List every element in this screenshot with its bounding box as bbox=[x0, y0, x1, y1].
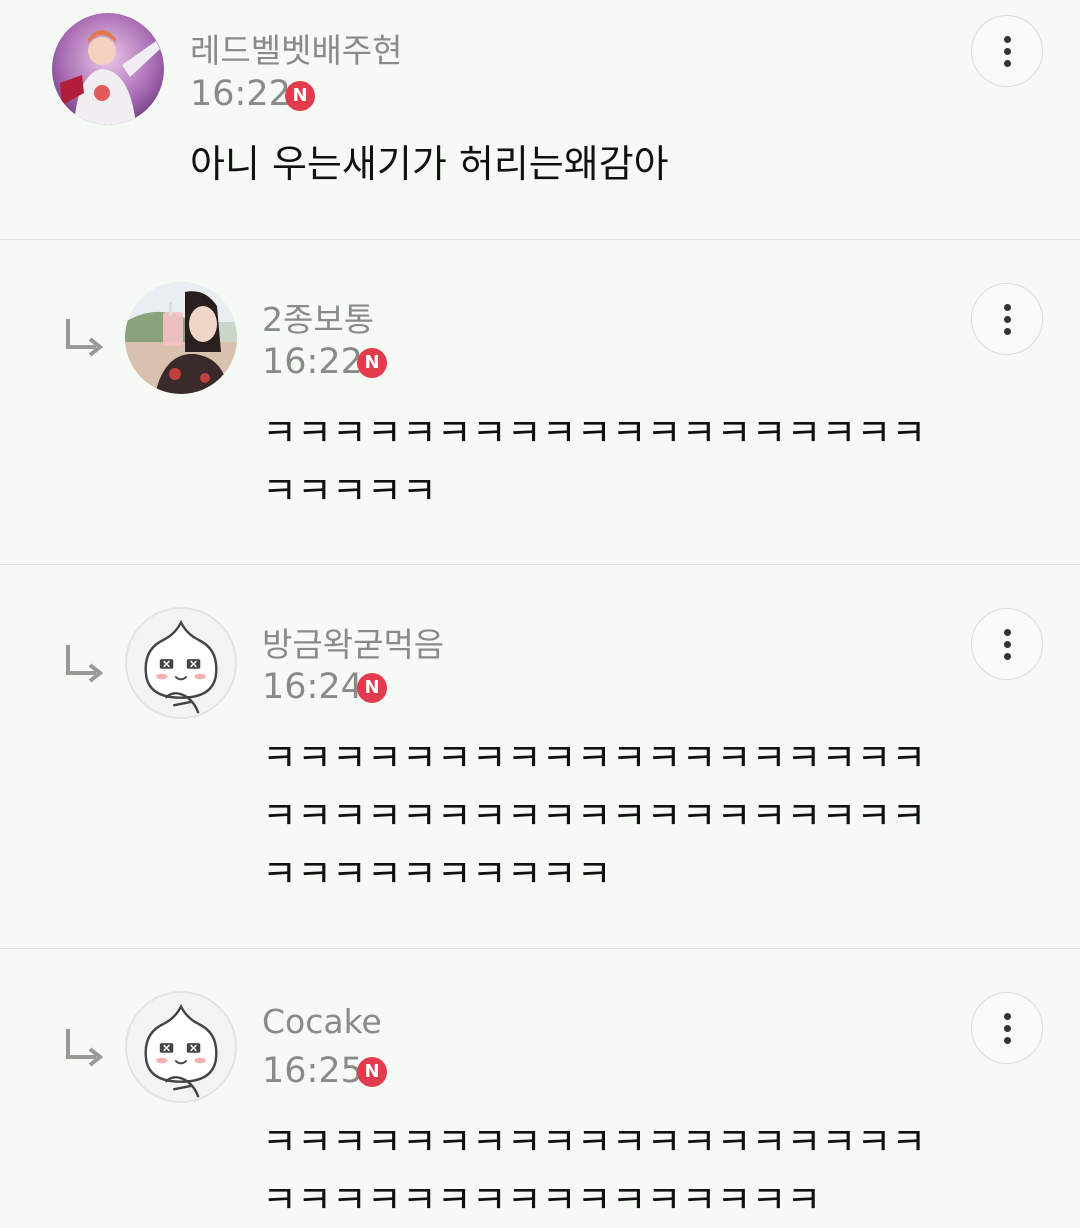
default-character-avatar[interactable] bbox=[125, 607, 237, 719]
more-options-button[interactable] bbox=[971, 15, 1043, 87]
more-options-button[interactable] bbox=[971, 283, 1043, 355]
comment-item: 레드벨벳배주현 16:22 N 아니 우는새기가 허리는왜감아 bbox=[0, 0, 1080, 240]
comment-time: 16:25 bbox=[262, 1051, 363, 1091]
reply-comment-item: 방금왁굳먹음 16:24 N ㅋㅋㅋㅋㅋㅋㅋㅋㅋㅋㅋㅋㅋㅋㅋㅋㅋㅋㅋ ㅋㅋㅋㅋㅋ… bbox=[0, 565, 1080, 949]
new-badge: N bbox=[357, 348, 387, 378]
comment-text: ㅋㅋㅋㅋㅋㅋㅋㅋㅋㅋㅋㅋㅋㅋㅋㅋㅋㅋㅋ ㅋㅋㅋㅋㅋ bbox=[262, 411, 927, 513]
new-badge: N bbox=[357, 1057, 387, 1087]
reply-arrow-icon bbox=[66, 645, 104, 683]
more-dots-icon bbox=[1004, 304, 1011, 311]
more-dots-icon bbox=[1004, 1013, 1011, 1020]
comment-text: ㅋㅋㅋㅋㅋㅋㅋㅋㅋㅋㅋㅋㅋㅋㅋㅋㅋㅋㅋ ㅋㅋㅋㅋㅋㅋㅋㅋㅋㅋㅋㅋㅋㅋㅋㅋㅋㅋㅋ … bbox=[262, 736, 927, 896]
reply-comment-item: 2종보통 16:22 N ㅋㅋㅋㅋㅋㅋㅋㅋㅋㅋㅋㅋㅋㅋㅋㅋㅋㅋㅋ ㅋㅋㅋㅋㅋ bbox=[0, 240, 1080, 565]
comment-time: 16:22 bbox=[190, 74, 291, 114]
comment-time: 16:22 bbox=[262, 342, 363, 382]
comment-text: 아니 우는새기가 허리는왜감아 bbox=[190, 142, 669, 186]
author-name[interactable]: Cocake bbox=[262, 1002, 382, 1041]
more-options-button[interactable] bbox=[971, 608, 1043, 680]
avatar[interactable] bbox=[52, 13, 164, 125]
default-character-avatar[interactable] bbox=[125, 991, 237, 1103]
more-dots-icon bbox=[1004, 36, 1011, 43]
reply-arrow-icon bbox=[66, 1029, 104, 1067]
author-name[interactable]: 2종보통 bbox=[262, 293, 374, 341]
more-dots-icon bbox=[1004, 629, 1011, 636]
reply-comment-item: Cocake 16:25 N ㅋㅋㅋㅋㅋㅋㅋㅋㅋㅋㅋㅋㅋㅋㅋㅋㅋㅋㅋ ㅋㅋㅋㅋㅋ… bbox=[0, 949, 1080, 1228]
more-options-button[interactable] bbox=[971, 992, 1043, 1064]
new-badge: N bbox=[285, 81, 315, 111]
author-name[interactable]: 방금왁굳먹음 bbox=[262, 618, 444, 666]
reply-arrow-icon bbox=[66, 319, 104, 357]
avatar[interactable] bbox=[125, 282, 237, 394]
author-name[interactable]: 레드벨벳배주현 bbox=[190, 24, 403, 72]
comment-time: 16:24 bbox=[262, 667, 363, 707]
new-badge: N bbox=[357, 673, 387, 703]
comment-text: ㅋㅋㅋㅋㅋㅋㅋㅋㅋㅋㅋㅋㅋㅋㅋㅋㅋㅋㅋ ㅋㅋㅋㅋㅋㅋㅋㅋㅋㅋㅋㅋㅋㅋㅋㅋ bbox=[262, 1120, 927, 1222]
